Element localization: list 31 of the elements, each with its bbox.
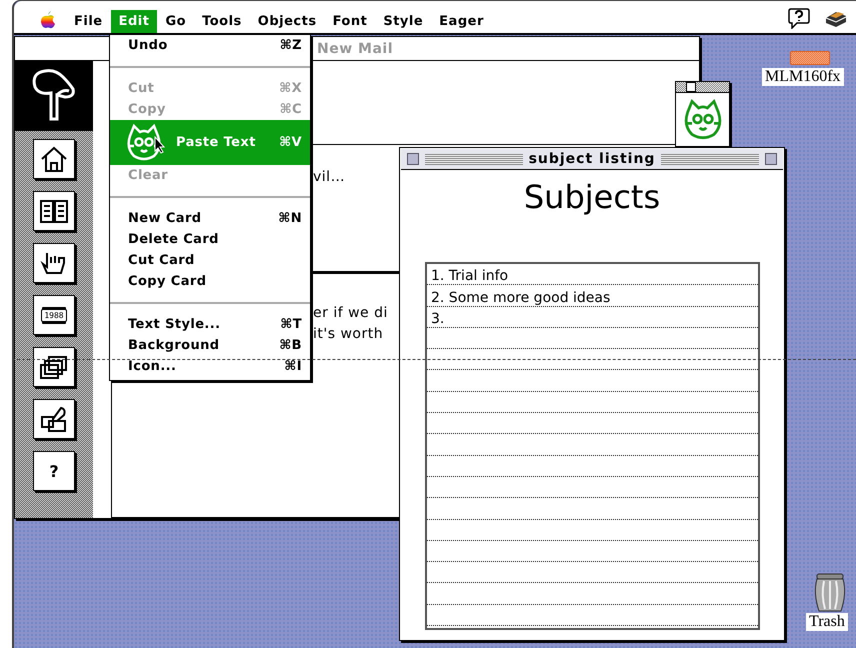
- list-row: 2. Some more good ideas: [427, 285, 758, 307]
- shortcut-text: ⌘T: [280, 317, 302, 332]
- menu-item-label: Delete Card: [128, 232, 219, 247]
- window-title: subject listing: [528, 151, 656, 167]
- menu-item-label: New Card: [128, 211, 202, 226]
- menu-item-label: Copy Card: [128, 274, 206, 289]
- menu-item-label: Cut: [128, 81, 154, 96]
- trash-label: Trash: [806, 613, 848, 631]
- drive-label: MLM160fx: [762, 68, 844, 86]
- menu-item-label: Paste Text: [176, 135, 256, 150]
- menu-item-label: Clear: [128, 168, 168, 183]
- shortcut-text: ⌘Z: [280, 38, 302, 53]
- menu-item-label: Cut Card: [128, 253, 195, 268]
- menu-item-label: Text Style...: [128, 317, 220, 332]
- menu-item-label: Undo: [128, 38, 168, 53]
- window-title: New Mail: [317, 40, 393, 56]
- shortcut-text: ⌘C: [280, 102, 302, 117]
- menu-item-label: Background: [128, 338, 220, 353]
- card-text: er if we di: [313, 305, 388, 322]
- menu-item-label: Icon...: [128, 359, 176, 374]
- shortcut-text: ⌘V: [279, 135, 302, 150]
- shortcut-text: ⌘N: [278, 211, 302, 226]
- list-row: 1. Trial info: [427, 264, 758, 286]
- card-text: it's worth: [313, 326, 384, 343]
- shortcut-text: ⌘I: [284, 359, 302, 374]
- card-text: vil…: [313, 169, 346, 186]
- menu-item-label: Copy: [128, 102, 166, 117]
- heading: Subjects: [522, 178, 662, 218]
- shortcut-text: ⌘B: [279, 338, 302, 353]
- shortcut-text: ⌘X: [279, 81, 302, 96]
- list-row: 3.: [427, 306, 758, 328]
